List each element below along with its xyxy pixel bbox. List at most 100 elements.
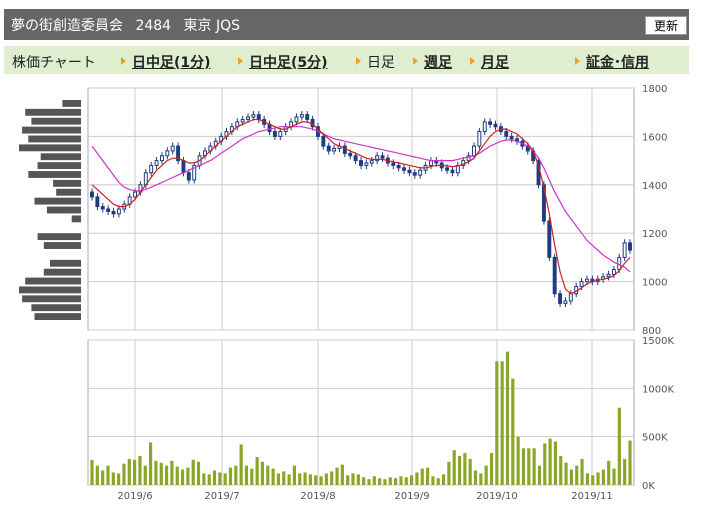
candle-body — [165, 150, 170, 157]
volume-bar — [319, 476, 323, 485]
volume-bar — [601, 469, 605, 485]
candle-body — [628, 242, 632, 251]
candle-body — [380, 155, 385, 159]
arrow-icon — [121, 57, 126, 65]
volume-panel — [87, 339, 635, 486]
volume-bar — [436, 478, 440, 485]
x-tick-label: 2019/11 — [571, 491, 613, 502]
tab-intraday-1min[interactable]: 日中足(1分) — [121, 52, 211, 72]
volume-bar — [250, 468, 254, 485]
x-tick-label: 2019/6 — [117, 491, 152, 502]
volume-bar — [399, 476, 403, 485]
volume-bar — [607, 460, 611, 485]
candle-body — [342, 145, 347, 154]
volume-profile-bar — [19, 144, 81, 152]
volume-bar — [623, 458, 627, 485]
market-name: 東京 JQS — [183, 18, 241, 34]
volume-bar — [575, 465, 579, 485]
volume-bar — [516, 436, 520, 485]
candle-body — [450, 169, 455, 174]
volume-bar — [404, 477, 408, 485]
volume-profile-bar — [71, 215, 81, 223]
volume-bar — [484, 465, 488, 485]
arrow-icon — [470, 57, 475, 65]
volume-bar — [415, 472, 419, 485]
candle-body — [504, 131, 509, 137]
volume-bar — [138, 456, 142, 485]
chart-tabs: 株価チャート 日中足(1分) 日中足(5分) 日足 週足 月足 証金･信用 — [4, 46, 689, 74]
volume-bar — [351, 473, 355, 485]
volume-bar — [372, 476, 376, 485]
volume-bar — [367, 479, 371, 485]
arrow-icon — [356, 57, 361, 65]
candle-body — [428, 160, 433, 166]
volume-bar — [164, 465, 169, 485]
volume-bar — [585, 473, 589, 485]
volume-bar — [410, 475, 414, 485]
volume-bar — [196, 461, 201, 485]
candle-body — [149, 164, 154, 174]
volume-bar — [90, 459, 94, 485]
volume-profile-bar — [50, 259, 81, 267]
volume-bar — [612, 468, 616, 485]
volume-bar — [228, 467, 233, 485]
candle-body — [348, 152, 353, 157]
x-tick-label: 2019/7 — [204, 491, 239, 502]
volume-bar — [95, 465, 99, 485]
volume-bar — [324, 473, 328, 485]
candle-body — [568, 293, 573, 302]
volume-bar — [596, 472, 600, 485]
candle-body — [186, 172, 191, 181]
tab-monthly[interactable]: 月足 — [470, 52, 509, 72]
volume-bar — [106, 465, 110, 485]
volume-profile-bar — [22, 126, 82, 134]
volume-profile-bar — [31, 304, 81, 312]
candle-body — [326, 145, 331, 152]
volume-profile-bar — [37, 162, 81, 170]
tab-margin[interactable]: 証金･信用 — [575, 52, 649, 72]
volume-profile-bar — [43, 268, 81, 276]
volume-profile-bar — [31, 117, 81, 125]
volume-bar — [346, 475, 350, 485]
candle-body — [294, 116, 299, 123]
volume-bar — [617, 407, 621, 485]
header-bar: 夢の街創造委員会 2484 東京 JQS 更新 — [4, 9, 689, 40]
volume-bar — [154, 460, 158, 485]
arrow-icon — [413, 57, 418, 65]
volume-bar — [505, 351, 510, 485]
volume-bar — [186, 467, 190, 485]
tab-intraday-5min[interactable]: 日中足(5分) — [238, 52, 328, 72]
tab-weekly[interactable]: 週足 — [413, 52, 452, 72]
volume-bar — [468, 458, 472, 485]
candle-body — [558, 293, 563, 304]
tab-daily: 日足 — [356, 52, 395, 72]
candle-body — [622, 242, 627, 258]
volume-bar — [452, 450, 456, 485]
volume-bar — [383, 479, 387, 485]
volume-tick-label: 500K — [642, 433, 668, 444]
volume-bar — [127, 458, 131, 485]
volume-bar — [308, 474, 312, 485]
volume-tick-label: 0K — [642, 481, 655, 492]
candle-body — [240, 118, 245, 123]
volume-bar — [388, 477, 392, 485]
candle-body — [482, 121, 487, 133]
refresh-button[interactable]: 更新 — [645, 16, 687, 35]
company-name: 夢の街創造委員会 — [11, 18, 123, 34]
volume-bar — [500, 361, 504, 485]
candle-body — [472, 145, 476, 157]
candle-body — [611, 269, 616, 275]
candle-body — [111, 210, 116, 215]
candle-body — [493, 123, 498, 128]
candle-body — [90, 191, 94, 198]
volume-profile-bar — [53, 179, 81, 187]
volume-bar — [426, 467, 430, 485]
volume-bar — [628, 440, 632, 485]
candle-body — [321, 135, 326, 147]
candle-body — [100, 206, 105, 210]
price-tick-label: 1800 — [642, 84, 667, 95]
candle-body — [299, 114, 304, 118]
candle-body — [332, 148, 337, 152]
volume-bar — [207, 474, 211, 485]
volume-bar — [580, 458, 584, 485]
